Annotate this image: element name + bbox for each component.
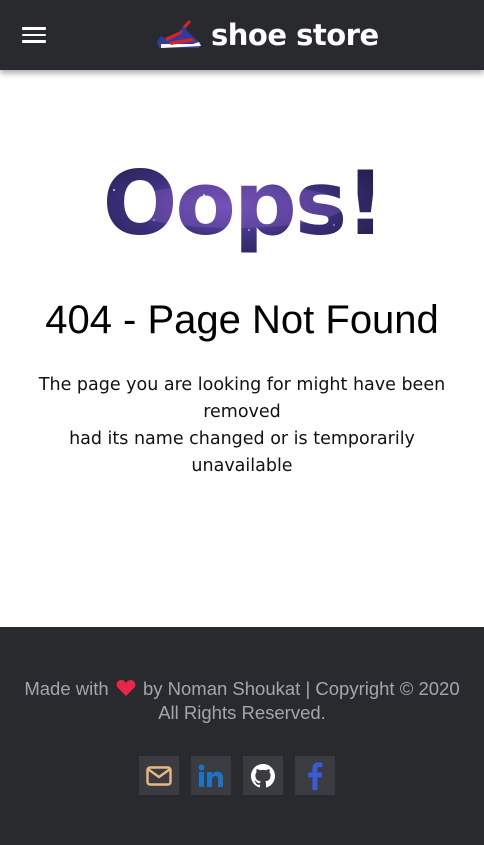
heart-icon <box>116 680 136 696</box>
oops-text: Oops! <box>103 152 384 255</box>
linkedin-link[interactable] <box>191 756 231 795</box>
oops-heading: Oops! <box>103 152 386 255</box>
footer-credit: Made with by Noman Shoukat | Copyright ©… <box>20 677 464 725</box>
description-line-1: The page you are looking for might have … <box>38 375 446 422</box>
sneaker-logo-icon <box>157 20 201 48</box>
description-line-2: had its name changed or is temporarily u… <box>69 429 415 476</box>
facebook-icon <box>308 761 323 790</box>
brand-link[interactable]: shoe store <box>153 14 379 56</box>
navbar: shoe store <box>0 0 484 70</box>
credit-prefix: Made with <box>24 678 109 699</box>
github-link[interactable] <box>243 756 283 795</box>
linkedin-icon <box>198 764 223 787</box>
credit-suffix: by Noman Shoukat | Copyright © 2020 All … <box>142 678 460 723</box>
brand-name: shoe store <box>211 17 379 52</box>
error-description: The page you are looking for might have … <box>30 372 454 480</box>
hamburger-menu-icon[interactable] <box>22 26 48 44</box>
github-icon <box>251 763 275 787</box>
facebook-link[interactable] <box>295 756 335 795</box>
social-links <box>139 756 335 795</box>
email-link[interactable] <box>139 756 179 795</box>
page-title: 404 - Page Not Found <box>45 298 439 342</box>
footer: Made with by Noman Shoukat | Copyright ©… <box>0 627 484 845</box>
email-icon <box>146 765 172 786</box>
